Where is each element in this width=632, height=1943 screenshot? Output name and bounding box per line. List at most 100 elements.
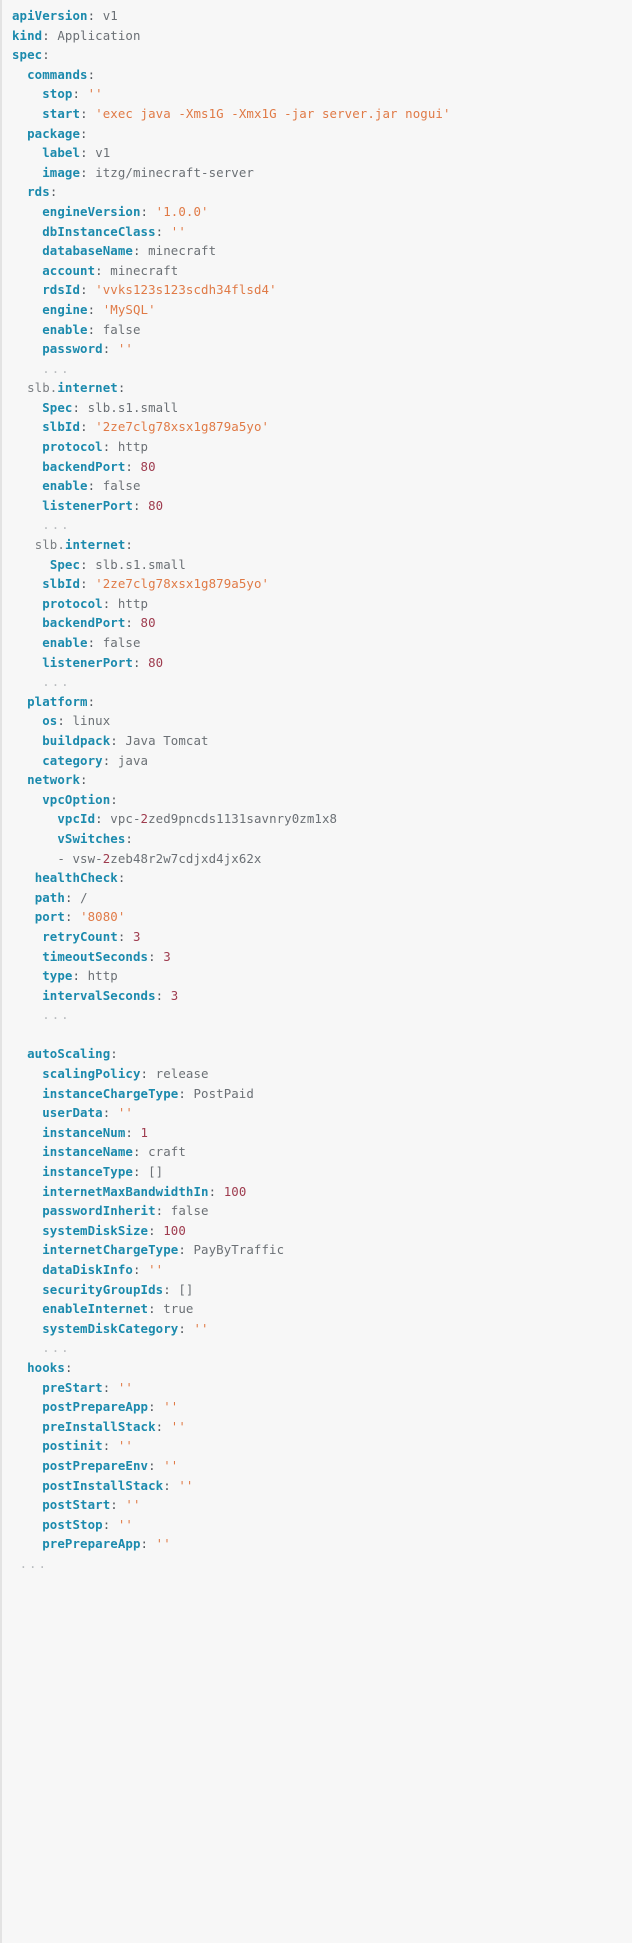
yaml-key[interactable]: os — [42, 713, 57, 728]
yaml-key[interactable]: network — [27, 772, 80, 787]
yaml-colon: : — [117, 380, 126, 396]
yaml-key[interactable]: enable — [42, 322, 87, 337]
yaml-key[interactable]: internet — [57, 380, 117, 395]
yaml-key[interactable]: intervalSeconds — [42, 988, 155, 1003]
yaml-code-block[interactable]: apiVersion: v1 kind: Application spec: com… — [0, 0, 632, 1943]
yaml-key[interactable]: backendPort — [42, 459, 125, 474]
yaml-colon: : — [42, 47, 50, 63]
yaml-key[interactable]: vpcOption — [42, 792, 110, 807]
code-line: slb.internet: — [2, 378, 632, 398]
yaml-key[interactable]: apiVersion — [12, 8, 88, 23]
yaml-key[interactable]: engine — [42, 302, 87, 317]
yaml-key[interactable]: timeoutSeconds — [42, 949, 148, 964]
yaml-key[interactable]: internetChargeType — [42, 1242, 178, 1257]
yaml-key[interactable]: listenerPort — [42, 655, 133, 670]
yaml-key[interactable]: internetMaxBandwidthIn — [42, 1184, 208, 1199]
yaml-key[interactable]: preStart — [42, 1380, 102, 1395]
yaml-key[interactable]: Spec — [42, 400, 72, 415]
yaml-key[interactable]: instanceName — [42, 1144, 133, 1159]
yaml-key[interactable]: rdsId — [42, 282, 80, 297]
yaml-key[interactable]: label — [42, 145, 80, 160]
yaml-key[interactable]: postInstallStack — [42, 1478, 163, 1493]
yaml-key[interactable]: enable — [42, 478, 87, 493]
yaml-key[interactable]: dbInstanceClass — [42, 224, 155, 239]
yaml-key[interactable]: dataDiskInfo — [42, 1262, 133, 1277]
yaml-key[interactable]: vSwitches — [57, 831, 125, 846]
yaml-key[interactable]: systemDiskSize — [42, 1223, 148, 1238]
yaml-key[interactable]: commands — [27, 67, 87, 82]
collapsed-ellipsis[interactable]: ... — [42, 361, 70, 376]
collapsed-ellipsis[interactable]: ... — [42, 1007, 70, 1022]
yaml-key[interactable]: slbId — [42, 419, 80, 434]
yaml-key[interactable]: preInstallStack — [42, 1419, 155, 1434]
code-line: password: '' — [2, 339, 632, 359]
code-line: vSwitches: — [2, 829, 632, 849]
yaml-key[interactable]: instanceChargeType — [42, 1086, 178, 1101]
yaml-key[interactable]: image — [42, 165, 80, 180]
yaml-key[interactable]: category — [42, 753, 102, 768]
yaml-key[interactable]: autoScaling — [27, 1046, 110, 1061]
yaml-key[interactable]: postStart — [42, 1497, 110, 1512]
yaml-key[interactable]: protocol — [42, 596, 102, 611]
yaml-key[interactable]: healthCheck — [35, 870, 118, 885]
yaml-key[interactable]: prePrepareApp — [42, 1536, 140, 1551]
yaml-key[interactable]: instanceType — [42, 1164, 133, 1179]
yaml-key[interactable]: enableInternet — [42, 1301, 148, 1316]
yaml-colon: : — [80, 145, 88, 161]
yaml-key[interactable]: systemDiskCategory — [42, 1321, 178, 1336]
yaml-key[interactable]: scalingPolicy — [42, 1066, 140, 1081]
yaml-key[interactable]: Spec — [50, 557, 80, 572]
yaml-key[interactable]: databaseName — [42, 243, 133, 258]
yaml-key[interactable]: listenerPort — [42, 498, 133, 513]
yaml-key[interactable]: postStop — [42, 1517, 102, 1532]
yaml-key[interactable]: retryCount — [42, 929, 118, 944]
yaml-key[interactable]: port — [35, 909, 65, 924]
yaml-key[interactable]: enable — [42, 635, 87, 650]
yaml-key[interactable]: instanceNum — [42, 1125, 125, 1140]
yaml-key[interactable]: spec — [12, 47, 42, 62]
yaml-key[interactable]: vpcId — [57, 811, 95, 826]
yaml-key[interactable]: kind — [12, 28, 42, 43]
yaml-key[interactable]: engineVersion — [42, 204, 140, 219]
yaml-key[interactable]: securityGroupIds — [42, 1282, 163, 1297]
yaml-key[interactable]: password — [42, 341, 102, 356]
yaml-key[interactable]: protocol — [42, 439, 102, 454]
collapsed-ellipsis[interactable]: ... — [42, 674, 70, 689]
yaml-key[interactable]: account — [42, 263, 95, 278]
yaml-key[interactable]: package — [27, 126, 80, 141]
yaml-key[interactable]: passwordInherit — [42, 1203, 155, 1218]
yaml-key[interactable]: postPrepareApp — [42, 1399, 148, 1414]
yaml-key[interactable]: userData — [42, 1105, 102, 1120]
yaml-colon: : — [148, 1222, 156, 1238]
yaml-key[interactable]: hooks — [27, 1360, 65, 1375]
yaml-value: slb.s1.small — [95, 556, 186, 572]
code-line: ... — [2, 672, 632, 692]
yaml-key[interactable]: postinit — [42, 1438, 102, 1453]
code-line: buildpack: Java Tomcat — [2, 731, 632, 751]
yaml-colon: : — [42, 27, 50, 43]
yaml-key[interactable]: rds — [27, 184, 50, 199]
yaml-key[interactable]: platform — [27, 694, 87, 709]
yaml-key[interactable]: start — [42, 106, 80, 121]
yaml-key[interactable]: buildpack — [42, 733, 110, 748]
yaml-key[interactable]: path — [35, 890, 65, 905]
yaml-key[interactable]: postPrepareEnv — [42, 1458, 148, 1473]
yaml-key[interactable]: backendPort — [42, 615, 125, 630]
collapsed-ellipsis[interactable]: ... — [20, 1556, 48, 1571]
yaml-colon: : — [110, 1046, 118, 1062]
yaml-key[interactable]: stop — [42, 86, 72, 101]
collapsed-ellipsis[interactable]: ... — [42, 517, 70, 532]
yaml-key[interactable]: slbId — [42, 576, 80, 591]
yaml-key[interactable]: type — [42, 968, 72, 983]
collapsed-ellipsis[interactable]: ... — [42, 1340, 70, 1355]
yaml-number-value: 80 — [148, 654, 164, 670]
yaml-key[interactable]: internet — [65, 537, 125, 552]
code-line: systemDiskSize: 100 — [2, 1221, 632, 1241]
